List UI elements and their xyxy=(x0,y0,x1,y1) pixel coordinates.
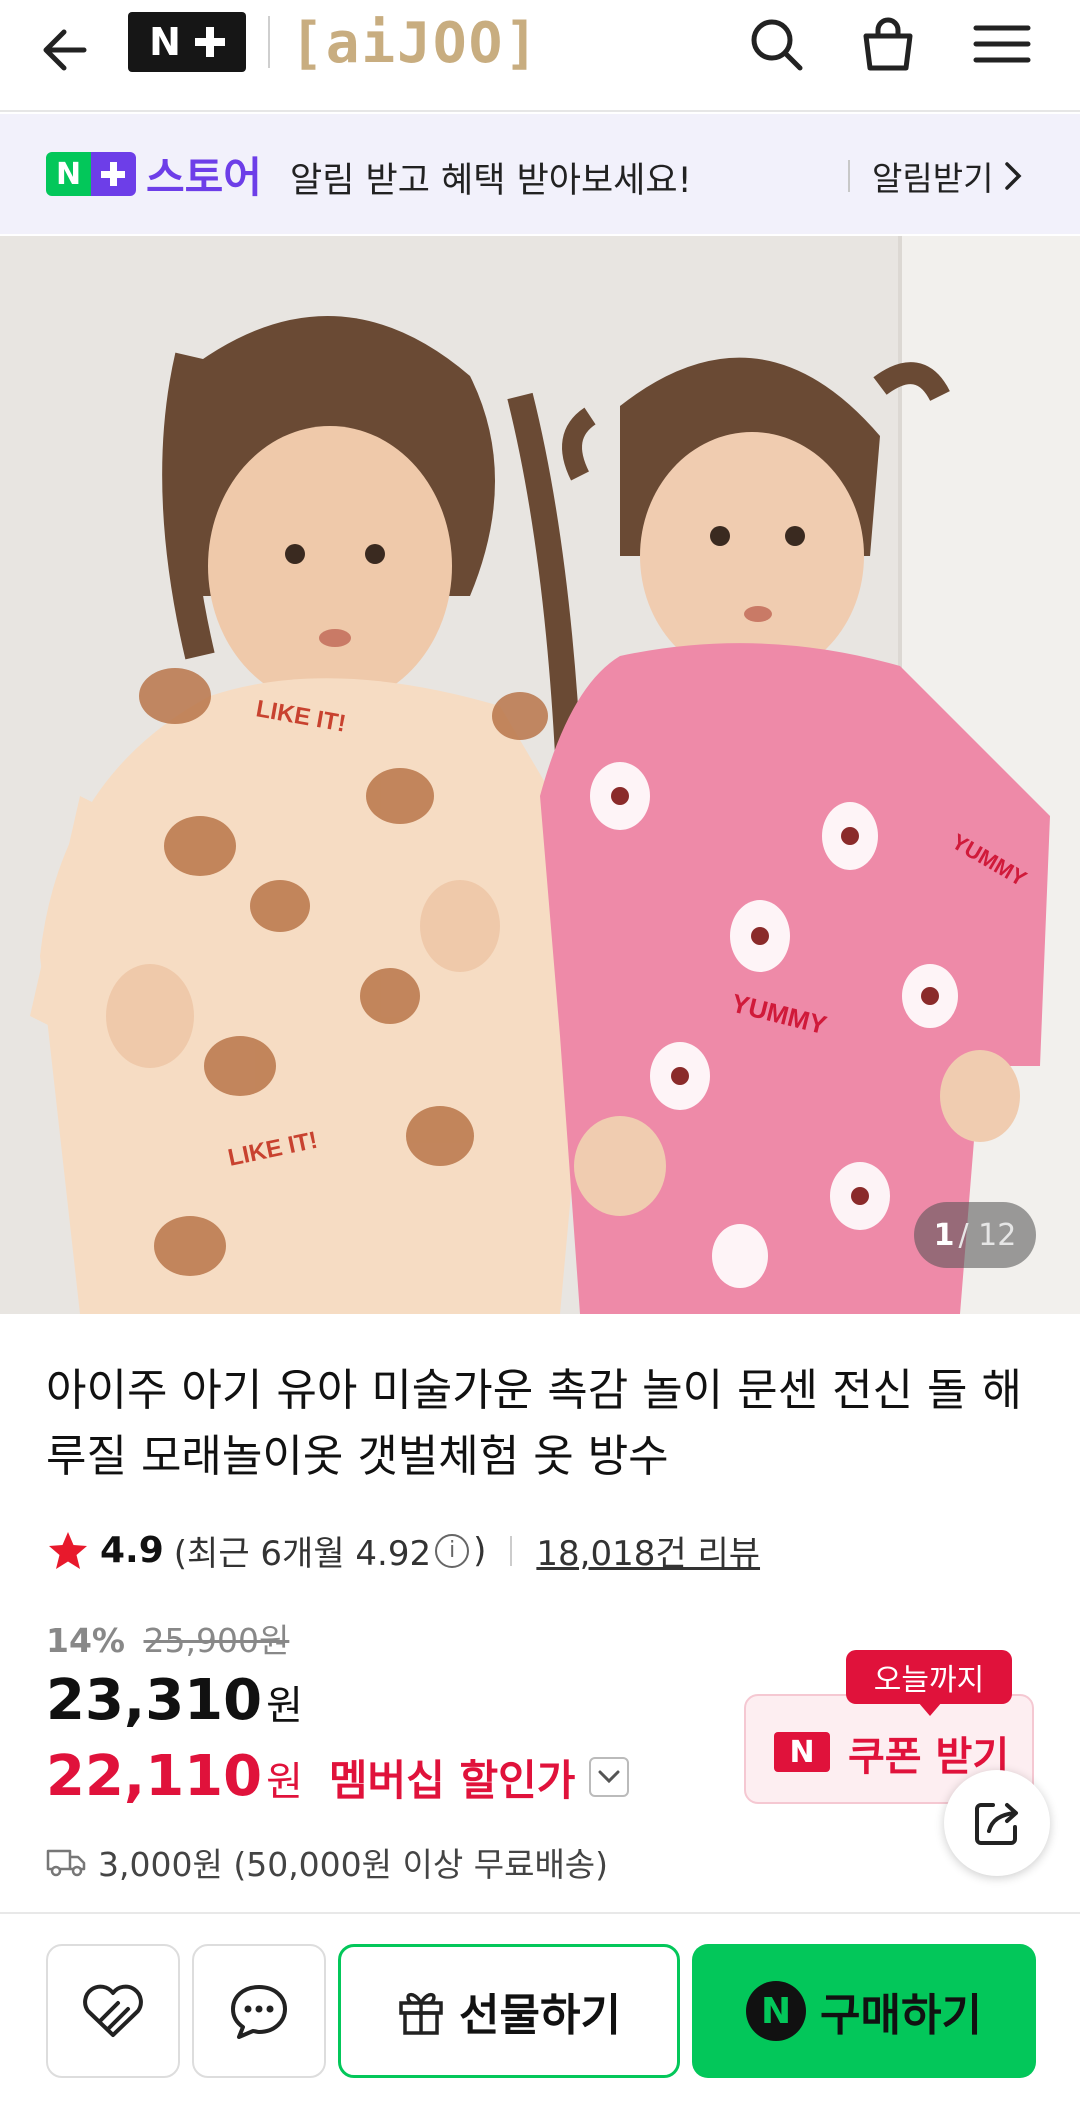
rating-score: 4.9 xyxy=(100,1530,164,1571)
banner-message: 알림 받고 혜택 받아보세요! xyxy=(290,161,692,201)
image-counter-current: 1 xyxy=(933,1217,955,1253)
heart-icon xyxy=(83,1984,143,2037)
membership-price-label: 멤버십 할인가 xyxy=(328,1756,576,1805)
top-app-bar: N [aiJOO] xyxy=(0,0,1080,112)
arrow-left-icon[interactable] xyxy=(36,18,100,82)
star-icon xyxy=(49,1531,87,1569)
gift-icon xyxy=(399,1992,443,2035)
buy-button[interactable]: N 구매하기 xyxy=(692,1944,1036,2078)
product-photo: LIKE IT! LIKE IT! YUMMY YUMMY xyxy=(0,236,1080,1314)
discount-row: 14% 25,900원 xyxy=(46,1614,289,1662)
membership-price-unit: 원 xyxy=(266,1759,303,1805)
info-icon[interactable]: i xyxy=(435,1533,470,1568)
subscribe-alerts-label: 알림받기 xyxy=(872,159,994,198)
logo-divider xyxy=(268,16,270,68)
shopping-bag-icon[interactable] xyxy=(856,12,920,76)
subscribe-alerts-button[interactable]: 알림받기 xyxy=(872,152,1023,200)
buy-button-label: 구매하기 xyxy=(820,1990,982,2041)
recent-rating: (최근 6개월 4.92 xyxy=(173,1534,432,1574)
chevron-right-icon xyxy=(1005,162,1022,190)
talk-button[interactable] xyxy=(192,1944,326,2078)
brand-logo[interactable]: [aiJOO] xyxy=(290,10,540,76)
sale-price-value: 23,310 xyxy=(46,1668,263,1733)
image-counter: 1 / 12 xyxy=(914,1202,1036,1268)
review-count-link[interactable]: 18,018건 리뷰 xyxy=(536,1526,760,1575)
discount-percent: 14% xyxy=(46,1621,125,1660)
plus-icon xyxy=(91,152,136,196)
image-counter-total: / 12 xyxy=(958,1217,1017,1253)
chat-bubble-icon xyxy=(231,1985,287,2039)
nplus-logo[interactable]: N xyxy=(128,12,246,72)
gift-button-label: 선물하기 xyxy=(459,1990,621,2041)
banner-divider xyxy=(848,160,850,192)
truck-icon xyxy=(46,1849,86,1877)
rating-divider xyxy=(510,1535,513,1566)
search-icon[interactable] xyxy=(744,12,808,76)
menu-icon[interactable] xyxy=(970,12,1034,76)
naver-store-logo: N xyxy=(46,152,136,196)
notification-banner[interactable]: N 스토어 알림 받고 혜택 받아보세요! 알림받기 xyxy=(0,114,1080,234)
shipping-info: 3,000원 (50,000원 이상 무료배송) xyxy=(46,1838,608,1886)
naver-pay-icon: N xyxy=(746,1981,807,2041)
wishlist-button[interactable] xyxy=(46,1944,180,2078)
naver-store-logo-text: N xyxy=(46,152,91,196)
product-image-carousel[interactable]: LIKE IT! LIKE IT! YUMMY YUMMY 1 / 12 xyxy=(0,236,1080,1314)
nplus-logo-text: N xyxy=(149,20,181,64)
chevron-down-icon[interactable] xyxy=(589,1756,630,1797)
product-title: 아이주 아기 유아 미술가운 촉감 놀이 문센 전신 돌 해루질 모래놀이옷 갯… xyxy=(46,1365,1022,1482)
plus-icon xyxy=(194,27,225,57)
naver-n-icon: N xyxy=(774,1732,830,1772)
share-button[interactable] xyxy=(944,1770,1050,1876)
share-icon xyxy=(975,1803,1018,1845)
store-name: 스토어 xyxy=(146,153,262,202)
gift-button[interactable]: 선물하기 xyxy=(338,1944,680,2078)
original-price: 25,900원 xyxy=(143,1621,290,1660)
sale-price: 23,310 원 xyxy=(46,1668,303,1733)
membership-price-row[interactable]: 22,110 원 멤버십 할인가 xyxy=(46,1744,630,1809)
shipping-text: 3,000원 (50,000원 이상 무료배송) xyxy=(98,1845,609,1884)
recent-rating-close: ) xyxy=(473,1530,487,1571)
rating-row: 4.9 (최근 6개월 4.92 i ) 18,018건 리뷰 xyxy=(46,1526,760,1575)
coupon-deadline-tag: 오늘까지 xyxy=(846,1650,1012,1716)
sale-price-unit: 원 xyxy=(266,1683,303,1729)
membership-price-value: 22,110 xyxy=(46,1744,263,1809)
